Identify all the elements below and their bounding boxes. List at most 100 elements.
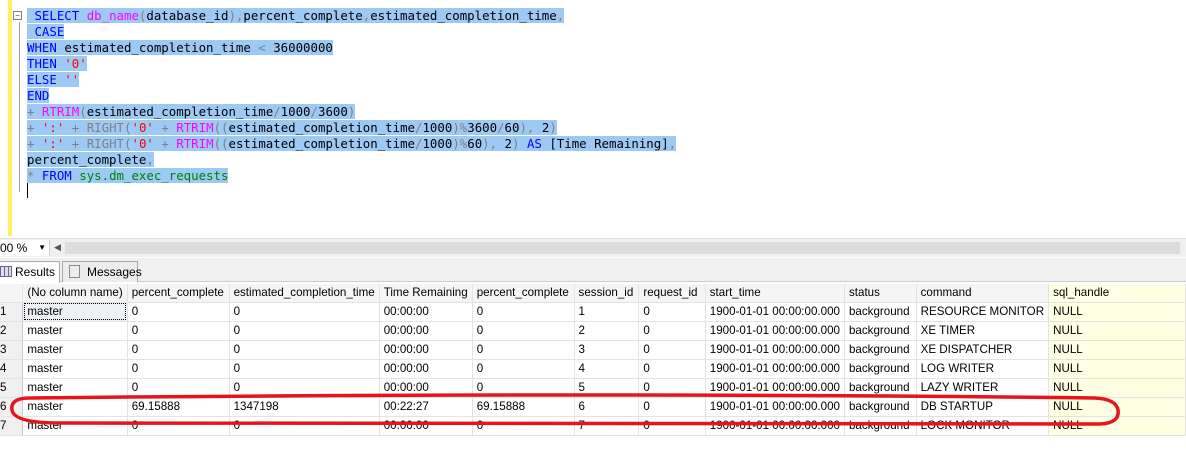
table-cell[interactable]: 0 bbox=[638, 340, 706, 360]
table-cell[interactable]: NULL bbox=[1048, 397, 1186, 417]
query-editor[interactable]: − SELECT db_name(database_id),percent_co… bbox=[0, 0, 1186, 236]
table-row[interactable]: 5 master 0 0 00:00:00 0 5 0 1900-01-01 00:00:00.… bbox=[0, 378, 1186, 398]
table-cell[interactable]: background bbox=[844, 359, 917, 379]
table-cell[interactable]: 0 bbox=[127, 416, 230, 436]
table-cell[interactable]: 00:00:00 bbox=[379, 378, 473, 398]
table-cell[interactable]: 00:00:00 bbox=[379, 302, 473, 322]
table-cell[interactable]: 0 bbox=[472, 359, 575, 379]
table-cell[interactable]: 1900-01-01 00:00:00.000 bbox=[705, 378, 845, 398]
table-cell[interactable]: background bbox=[844, 378, 917, 398]
table-cell[interactable]: 0 bbox=[229, 378, 380, 398]
table-cell[interactable]: 0 bbox=[472, 321, 575, 341]
table-row[interactable]: 3 master 0 0 00:00:00 0 3 0 1900-01-01 00:00:00.… bbox=[0, 340, 1186, 360]
table-cell[interactable]: 0 bbox=[638, 359, 706, 379]
table-cell[interactable]: NULL bbox=[1048, 378, 1186, 398]
zoom-dropdown[interactable]: 00 % ▼ bbox=[0, 240, 50, 256]
table-cell[interactable]: 00:00:00 bbox=[379, 340, 473, 360]
table-cell[interactable]: 3 bbox=[574, 340, 640, 360]
column-header[interactable]: request_id bbox=[638, 284, 706, 303]
table-cell[interactable]: XE TIMER bbox=[916, 321, 1050, 341]
table-cell[interactable]: LAZY WRITER bbox=[916, 378, 1050, 398]
table-cell[interactable]: 0 bbox=[127, 359, 230, 379]
table-cell[interactable]: master bbox=[22, 340, 128, 360]
table-cell[interactable]: RESOURCE MONITOR bbox=[916, 302, 1050, 322]
code-line[interactable]: WHEN estimated_completion_time < 3600000… bbox=[27, 40, 676, 56]
column-header[interactable]: percent_complete bbox=[472, 284, 575, 303]
code-line[interactable]: * FROM sys.dm_exec_requests bbox=[27, 168, 676, 184]
table-cell[interactable]: 0 bbox=[229, 416, 380, 436]
table-row[interactable]: 4 master 0 0 00:00:00 0 4 0 1900-01-01 00:00:00.… bbox=[0, 359, 1186, 379]
table-cell[interactable]: 69.15888 bbox=[472, 397, 575, 417]
table-cell[interactable]: 0 bbox=[638, 397, 706, 417]
table-cell[interactable]: 0 bbox=[127, 340, 230, 360]
table-cell[interactable]: 0 bbox=[229, 302, 380, 322]
row-number[interactable]: 2 bbox=[0, 321, 24, 341]
table-cell[interactable]: 1 bbox=[574, 302, 640, 322]
column-header[interactable]: Time Remaining bbox=[379, 284, 473, 303]
table-cell[interactable]: 0 bbox=[229, 340, 380, 360]
horizontal-scrollbar[interactable] bbox=[65, 242, 1180, 254]
code-line[interactable]: + ':' + RIGHT('0' + RTRIM((estimated_com… bbox=[27, 136, 677, 152]
code-line[interactable]: percent_complete, bbox=[27, 152, 676, 168]
table-cell[interactable]: 0 bbox=[472, 378, 575, 398]
table-cell[interactable]: 0 bbox=[638, 302, 706, 322]
code-line[interactable]: + RTRIM(estimated_completion_time/1000/3… bbox=[27, 104, 676, 120]
row-number[interactable]: 4 bbox=[0, 359, 24, 379]
table-cell[interactable]: 0 bbox=[127, 321, 230, 341]
table-cell[interactable]: NULL bbox=[1048, 321, 1186, 341]
table-cell[interactable]: 0 bbox=[638, 378, 706, 398]
table-cell[interactable]: 1900-01-01 00:00:00.000 bbox=[705, 340, 845, 360]
table-cell[interactable]: NULL bbox=[1048, 340, 1186, 360]
code-line[interactable]: CASE bbox=[27, 24, 676, 40]
table-cell[interactable]: background bbox=[844, 397, 917, 417]
table-cell[interactable]: 2 bbox=[574, 321, 640, 341]
column-header[interactable]: (No column name) bbox=[22, 284, 128, 303]
column-header[interactable]: percent_complete bbox=[127, 284, 230, 303]
table-cell[interactable]: NULL bbox=[1048, 359, 1186, 379]
table-cell[interactable]: 0 bbox=[229, 359, 380, 379]
column-header[interactable]: estimated_completion_time bbox=[229, 284, 380, 303]
table-cell[interactable]: 0 bbox=[638, 321, 706, 341]
table-cell[interactable]: 00:00:00 bbox=[379, 416, 473, 436]
table-cell[interactable]: XE DISPATCHER bbox=[916, 340, 1050, 360]
table-cell[interactable]: LOG WRITER bbox=[916, 359, 1050, 379]
table-cell[interactable]: 0 bbox=[472, 302, 575, 322]
column-header[interactable]: session_id bbox=[574, 284, 640, 303]
table-cell[interactable]: 0 bbox=[472, 416, 575, 436]
table-cell[interactable]: 0 bbox=[127, 302, 230, 322]
table-cell[interactable]: 00:00:00 bbox=[379, 321, 473, 341]
corner-header[interactable] bbox=[0, 284, 24, 303]
table-cell[interactable]: 6 bbox=[574, 397, 640, 417]
table-cell[interactable]: background bbox=[844, 416, 917, 436]
tab-messages[interactable]: Messages bbox=[62, 261, 142, 282]
column-header[interactable]: start_time bbox=[705, 284, 845, 303]
row-number[interactable]: 1 bbox=[0, 302, 24, 322]
table-cell[interactable]: background bbox=[844, 321, 917, 341]
table-cell[interactable]: master bbox=[22, 378, 128, 398]
table-cell[interactable]: 69.15888 bbox=[127, 397, 230, 417]
tab-results[interactable]: Results bbox=[0, 261, 60, 283]
row-number[interactable]: 7 bbox=[0, 416, 24, 436]
code-line[interactable]: SELECT db_name(database_id),percent_comp… bbox=[27, 8, 676, 24]
table-cell[interactable]: background bbox=[844, 340, 917, 360]
table-cell[interactable]: 1900-01-01 00:00:00.000 bbox=[705, 302, 845, 322]
table-cell[interactable]: 7 bbox=[574, 416, 640, 436]
column-header[interactable]: sql_handle bbox=[1048, 284, 1186, 303]
table-cell[interactable]: 4 bbox=[574, 359, 640, 379]
code-line[interactable]: END bbox=[27, 88, 676, 104]
table-cell[interactable]: LOCK MONITOR bbox=[916, 416, 1050, 436]
table-cell[interactable]: 0 bbox=[127, 378, 230, 398]
column-header[interactable]: command bbox=[916, 284, 1050, 303]
scroll-left-icon[interactable]: ◀ bbox=[54, 242, 61, 253]
table-cell[interactable]: NULL bbox=[1048, 302, 1186, 322]
table-cell[interactable]: master bbox=[22, 321, 128, 341]
table-cell[interactable]: 1900-01-01 00:00:00.000 bbox=[705, 416, 845, 436]
table-cell[interactable]: 0 bbox=[472, 340, 575, 360]
table-cell[interactable]: NULL bbox=[1048, 416, 1186, 436]
collapse-icon[interactable]: − bbox=[13, 11, 22, 20]
table-cell[interactable]: 1900-01-01 00:00:00.000 bbox=[705, 321, 845, 341]
code-line[interactable]: ELSE '' bbox=[27, 72, 676, 88]
table-cell[interactable]: 1347198 bbox=[229, 397, 380, 417]
table-cell[interactable]: 1900-01-01 00:00:00.000 bbox=[705, 397, 845, 417]
results-grid[interactable]: (No column name) percent_complete estimate… bbox=[0, 284, 1186, 450]
